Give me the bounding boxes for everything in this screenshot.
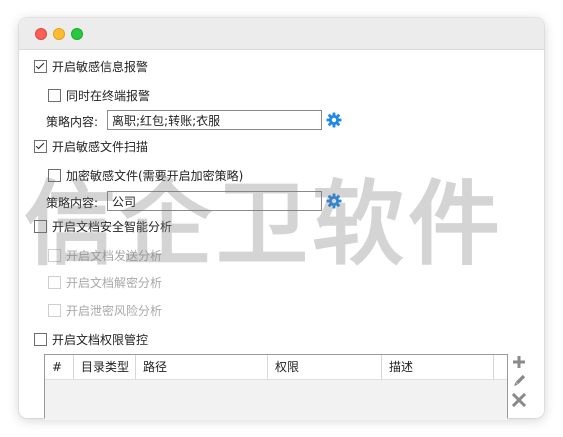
enable-doc-security-analysis-label: 开启文档安全智能分析 (52, 219, 173, 234)
leak-risk-analysis-label: 开启泄密风险分析 (66, 303, 163, 318)
strategy-content-label-2: 策略内容: (46, 196, 99, 210)
also-alert-terminal-label: 同时在终端报警 (66, 88, 151, 103)
column-header-dir-type[interactable]: 目录类型 (74, 355, 136, 379)
encrypt-sensitive-file-checkbox[interactable] (48, 168, 61, 182)
strategy-content-input[interactable] (107, 110, 322, 130)
gear-icon[interactable] (326, 193, 342, 209)
enable-sensitive-file-scan-option[interactable]: 开启敏感文件扫描 (34, 138, 148, 154)
strategy-content-input-2[interactable] (107, 191, 322, 211)
enable-doc-security-analysis-option[interactable]: 开启文档安全智能分析 (34, 218, 172, 234)
enable-sensitive-file-scan-label: 开启敏感文件扫描 (52, 139, 149, 154)
enable-doc-permission-checkbox[interactable] (34, 332, 47, 346)
doc-send-analysis-label: 开启文档发送分析 (66, 248, 163, 263)
column-header-description[interactable]: 描述 (382, 355, 494, 379)
doc-decrypt-analysis-label: 开启文档解密分析 (66, 275, 163, 290)
gear-icon[interactable] (326, 112, 342, 128)
enable-sensitive-file-scan-checkbox[interactable] (34, 139, 47, 153)
leak-risk-analysis-option: 开启泄密风险分析 (48, 302, 162, 318)
enable-sensitive-alert-label: 开启敏感信息报警 (52, 59, 149, 74)
pencil-icon[interactable] (511, 373, 527, 389)
enable-doc-permission-option[interactable]: 开启文档权限管控 (34, 331, 148, 347)
table-header: # 目录类型 路径 权限 描述 (45, 355, 507, 380)
doc-decrypt-analysis-checkbox (48, 275, 61, 289)
enable-sensitive-alert-checkbox[interactable] (34, 59, 47, 73)
permission-table: # 目录类型 路径 权限 描述 (44, 354, 508, 420)
close-window-button[interactable] (35, 28, 47, 40)
minimize-window-button[interactable] (53, 28, 65, 40)
enable-doc-security-analysis-checkbox[interactable] (34, 219, 47, 233)
column-header-permission[interactable]: 权限 (268, 355, 382, 379)
enable-doc-permission-label: 开启文档权限管控 (52, 332, 149, 347)
leak-risk-analysis-checkbox (48, 303, 61, 317)
doc-send-analysis-option: 开启文档发送分析 (48, 247, 162, 263)
encrypt-sensitive-file-option[interactable]: 加密敏感文件(需要开启加密策略) (48, 167, 243, 183)
enable-sensitive-alert-option[interactable]: 开启敏感信息报警 (34, 58, 148, 74)
x-icon[interactable] (511, 392, 527, 408)
doc-send-analysis-checkbox (48, 248, 61, 262)
title-bar (19, 18, 544, 50)
table-body[interactable] (45, 380, 507, 420)
also-alert-terminal-option[interactable]: 同时在终端报警 (48, 87, 150, 103)
doc-decrypt-analysis-option: 开启文档解密分析 (48, 274, 162, 290)
also-alert-terminal-checkbox[interactable] (48, 88, 61, 102)
plus-icon[interactable] (511, 354, 527, 370)
strategy-content-label: 策略内容: (46, 115, 99, 129)
encrypt-sensitive-file-label: 加密敏感文件(需要开启加密策略) (66, 168, 244, 183)
column-header-path[interactable]: 路径 (136, 355, 268, 379)
maximize-window-button[interactable] (71, 28, 83, 40)
column-header-index[interactable]: # (45, 355, 74, 379)
